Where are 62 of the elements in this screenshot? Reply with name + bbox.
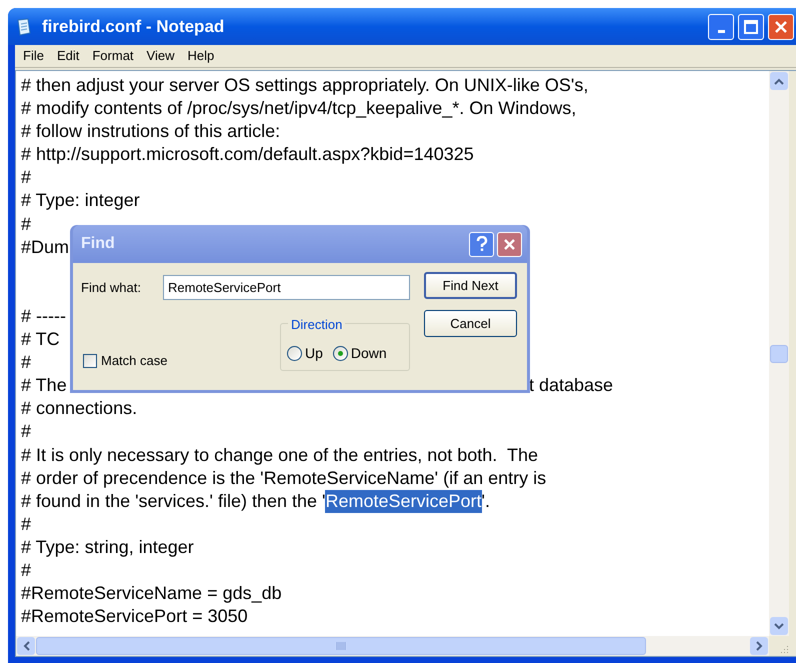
maximize-icon: [744, 20, 758, 34]
menu-item[interactable]: Format: [86, 47, 140, 65]
text-line: #: [21, 420, 32, 444]
minimize-icon: [718, 30, 724, 33]
text-line: # http://support.microsoft.com/default.aspx?kbid=140325: [21, 143, 474, 166]
cancel-button[interactable]: Cancel: [424, 310, 517, 337]
horizontal-scrollbar[interactable]: [16, 636, 769, 656]
menu-item[interactable]: Edit: [50, 47, 86, 65]
text-line: '.: [482, 490, 490, 513]
text-line: # follow instrutions of this article:: [21, 120, 280, 144]
scroll-left-button[interactable]: [17, 637, 35, 655]
text-line: # The: [21, 374, 67, 398]
window-title: firebird.conf - Notepad: [42, 16, 224, 38]
scroll-right-button[interactable]: [750, 637, 768, 655]
radio-button[interactable]: [332, 346, 348, 361]
text-line: #Dum: [21, 236, 70, 259]
menu-item[interactable]: Help: [181, 47, 220, 65]
text-line: # -----: [21, 304, 66, 328]
menu-item[interactable]: File: [17, 47, 50, 65]
scroll-up-button[interactable]: [770, 72, 788, 90]
text-line: #: [21, 512, 32, 536]
help-button[interactable]: [469, 232, 494, 256]
text-line: # It is only necessary to change one of the entries, not both. The: [21, 444, 538, 467]
close-button[interactable]: [768, 14, 794, 40]
help-icon: [476, 236, 488, 252]
text-line: # modify contents of /proc/sys/net/ipv4/tcp_keepalive_*. On Windows,: [21, 97, 576, 120]
minimize-button[interactable]: [708, 14, 734, 40]
text-line: #RemoteServiceName = gds_db: [21, 582, 282, 606]
dialog-title: Find: [81, 234, 115, 254]
scrollbar-thumb[interactable]: [770, 344, 788, 362]
text-line: #: [21, 166, 32, 190]
notepad-icon: [16, 18, 32, 36]
scrollbar-thumb[interactable]: [36, 637, 646, 655]
text-line: #: [21, 212, 32, 236]
grip-icon: [336, 642, 346, 650]
text-line: #: [21, 351, 32, 374]
vertical-scrollbar[interactable]: [769, 71, 789, 636]
close-icon: [774, 20, 788, 34]
text-line: # connections.: [21, 397, 138, 420]
radio-label: Down: [350, 344, 387, 363]
find-what-field[interactable]: RemoteServicePort: [163, 275, 410, 300]
selected-text: RemoteServicePort: [325, 490, 482, 513]
match-case-checkbox[interactable]: [83, 354, 97, 368]
scroll-down-button[interactable]: [770, 617, 788, 635]
radio-button[interactable]: [287, 346, 302, 361]
find-next-button[interactable]: Find Next: [424, 272, 517, 299]
find-what-label: Find what:: [81, 279, 141, 297]
text-line: #: [21, 558, 32, 582]
text-line: # TC: [21, 328, 60, 352]
text-line: # found in the 'services.' file) then the ': [21, 490, 326, 513]
text-line: #RemoteServicePort = 3050: [21, 605, 248, 628]
close-icon: [503, 238, 516, 250]
text-line: # then adjust your server OS settings appropriately. On UNIX-like OS's,: [21, 74, 588, 97]
text-line: # Type: string, integer: [21, 536, 194, 559]
text-line: # order of precendence is the 'RemoteServiceName' (if an entry is: [21, 466, 546, 490]
menu-item[interactable]: View: [140, 47, 180, 65]
text-line: t database: [529, 374, 614, 398]
close-button[interactable]: [497, 232, 522, 256]
match-case-label: Match case: [101, 352, 168, 370]
maximize-button[interactable]: [738, 14, 764, 40]
radio-label: Up: [305, 344, 323, 363]
text-line: # Type: integer: [21, 189, 140, 212]
